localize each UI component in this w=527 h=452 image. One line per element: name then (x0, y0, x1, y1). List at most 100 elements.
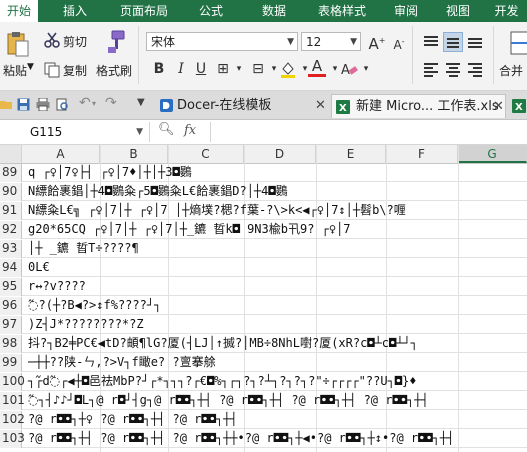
chevron-down-icon[interactable]: ▾ (92, 99, 96, 108)
paste-button[interactable]: 粘贴 (3, 62, 27, 79)
column-header-b[interactable]: B (100, 145, 168, 163)
cell-content[interactable]: │┼ _鑣 晢T÷????¶ (28, 240, 139, 258)
paste-dropdown-icon[interactable]: ▼ (27, 62, 34, 72)
row-header[interactable]: 93 (0, 240, 22, 258)
cell-content[interactable]: N縹餄裹錩│┼4◘鷃粂┌5◘鷃粂L€餄裹錩D?│┼4◘鷃 (28, 183, 288, 201)
column-header-c[interactable]: C (168, 145, 244, 163)
align-middle-icon[interactable] (443, 32, 463, 52)
tab-table-style[interactable]: 表格样式 (302, 0, 382, 22)
cell-content[interactable]: ?@ r◘◘┐┼♀ ?@ r◘◘┐┼┤ ?@ r◘◘┐┼┤ (28, 411, 238, 429)
cell-content[interactable]: N縹粂L€╗ ┌♀│7│┼ ┌♀│7 │┼熵墣?楒?f葉-?\>k<◀┌♀│7↕… (28, 202, 406, 220)
cut-button[interactable]: 剪切 (63, 33, 87, 50)
close-icon[interactable]: ✕ (493, 95, 504, 119)
row-header[interactable]: 97 (0, 316, 22, 334)
name-box[interactable]: G115 ▼ (0, 122, 150, 142)
underline-icon[interactable]: U (192, 60, 210, 78)
cell-content[interactable]: g20*65CQ ┌♀│7│┼ ┌♀│7│┼_鑣 晢k◘ 9N3楡b卂9? ┌♀… (28, 221, 351, 239)
table-row[interactable]: 99 ─┼┼??陕-ㄣ,?>V┐f瞰e? ?亶搴艅 (0, 354, 527, 372)
spreadsheet-grid[interactable]: 89 q ┌♀│7♀├┤ ┌♀│7♦│┼│┼3◘鷃 90 N縹餄裹錩│┼4◘鷃粂… (0, 164, 527, 452)
undo-icon[interactable]: ↶ (79, 95, 91, 111)
column-header-a[interactable]: A (22, 145, 100, 163)
align-bottom-icon[interactable] (465, 32, 485, 52)
align-left-icon[interactable] (421, 60, 441, 80)
table-row[interactable]: 98 抖?┐B2╪PC€◀tD?頔¶lG?厦(┤LJ│↑搣?│MB÷8NhL嚉?… (0, 335, 527, 353)
align-right-icon[interactable] (465, 60, 485, 80)
print-icon[interactable] (36, 98, 50, 111)
bold-icon[interactable]: B (150, 60, 168, 78)
column-header-e[interactable]: E (316, 145, 386, 163)
align-top-icon[interactable] (421, 32, 441, 52)
redo-icon[interactable]: ↷ (105, 95, 117, 111)
clear-format-icon[interactable]: A (340, 60, 358, 78)
close-icon[interactable]: ✕ (315, 94, 326, 118)
cell-content[interactable]: ┐┌߬d߬┌◀┼◘邑祛MbP?┘┌*┐┐┐?┌€◘%┐┌┐?┐?┴┐?┐?┐?"… (28, 373, 416, 391)
excel-file-icon[interactable]: X (512, 99, 526, 113)
cell-content[interactable]: )Z┤J*????????*?Z (28, 316, 144, 334)
chevron-down-icon[interactable]: ▾ (357, 60, 375, 78)
tab-insert[interactable]: 插入 (38, 0, 112, 22)
tab-page-layout[interactable]: 页面布局 (112, 0, 176, 22)
row-header[interactable]: 101 (0, 392, 25, 410)
tab-formulas[interactable]: 公式 (176, 0, 246, 22)
row-header[interactable]: 95 (0, 278, 22, 296)
formula-input[interactable] (210, 122, 527, 142)
tab-developer[interactable]: 开发 (486, 0, 527, 22)
table-row[interactable]: 101 ߬┐┤♪♪┘◘L┐@ r◘┘┤g┐@ r◘◘┐┼┤ ?@ r◘◘┐┼┤ … (0, 392, 527, 410)
print-preview-icon[interactable] (56, 98, 69, 111)
cell-content[interactable]: ─┼┼??陕-ㄣ,?>V┐f瞰e? ?亶搴艅 (28, 354, 216, 372)
tab-data[interactable]: 数据 (246, 0, 302, 22)
folder-icon[interactable] (0, 98, 12, 110)
row-header[interactable]: 96 (0, 297, 22, 315)
italic-icon[interactable]: I (172, 60, 190, 78)
table-row[interactable]: 91 N縹粂L€╗ ┌♀│7│┼ ┌♀│7 │┼熵墣?楒?f葉-?\>k<◀┌♀… (0, 202, 527, 220)
table-row[interactable]: 92 g20*65CQ ┌♀│7│┼ ┌♀│7│┼_鑣 晢k◘ 9N3楡b卂9?… (0, 221, 527, 239)
decrease-font-icon[interactable]: A- (390, 33, 408, 52)
row-header[interactable]: 92 (0, 221, 22, 239)
scissors-icon[interactable] (44, 32, 60, 48)
chevron-down-icon[interactable]: ▼ (136, 122, 143, 142)
cell-content[interactable]: ?@ r◘◘┐┼┤ ?@ r◘◘┐┼┤ ?@ r◘◘┐┼┼•?@ r◘◘┐┼◀•… (28, 430, 454, 448)
chevron-down-icon[interactable]: ▾ (230, 60, 248, 78)
table-row[interactable]: 97 )Z┤J*????????*?Z (0, 316, 527, 334)
search-zoom-icon[interactable]: 🔍︎ (158, 122, 175, 137)
cell-content[interactable]: 抖?┐B2╪PC€◀tD?頔¶lG?厦(┤LJ│↑搣?│MB÷8NhL嚉?厦(x… (28, 335, 418, 353)
cell-content[interactable]: ߬?(┼?B◀?>↕f%????┘┐ (28, 297, 161, 315)
table-row[interactable]: 95 r↔?v???? (0, 278, 527, 296)
row-header[interactable]: 99 (0, 354, 22, 372)
select-all-corner[interactable] (0, 145, 22, 163)
row-header[interactable]: 98 (0, 335, 22, 353)
table-row[interactable]: 93 │┼ _鑣 晢T÷????¶ (0, 240, 527, 258)
align-center-icon[interactable] (443, 60, 463, 80)
tab-docer-templates[interactable]: Docer-在线模板 ✕ (155, 94, 329, 118)
table-row[interactable]: 90 N縹餄裹錩│┼4◘鷃粂┌5◘鷃粂L€餄裹錩D?│┼4◘鷃 (0, 183, 527, 201)
increase-font-icon[interactable]: A+ (368, 32, 386, 53)
column-header-f[interactable]: F (386, 145, 458, 163)
table-row[interactable]: 89 q ┌♀│7♀├┤ ┌♀│7♦│┼│┼3◘鷃 (0, 164, 527, 182)
table-row[interactable]: 94 0L€ (0, 259, 527, 277)
format-painter-icon[interactable] (104, 30, 126, 54)
row-header[interactable]: 89 (0, 164, 22, 182)
font-size-select[interactable]: 12 ▼ (301, 32, 361, 51)
merge-center-button[interactable]: 合并 (499, 62, 523, 79)
row-header[interactable]: 100 (0, 373, 25, 391)
table-row[interactable]: 103 ?@ r◘◘┐┼┤ ?@ r◘◘┐┼┤ ?@ r◘◘┐┼┼•?@ r◘◘… (0, 430, 527, 448)
font-name-select[interactable]: 宋体 ▼ (146, 32, 298, 51)
column-header-d[interactable]: D (244, 145, 316, 163)
tab-view[interactable]: 视图 (430, 0, 486, 22)
paste-icon[interactable] (6, 30, 30, 58)
tab-workbook[interactable]: X 新建 Micro... 工作表.xls ✕ (331, 94, 506, 118)
tab-review[interactable]: 审阅 (382, 0, 430, 22)
tab-home[interactable]: 开始 (0, 0, 38, 22)
font-color-icon[interactable]: A (308, 58, 326, 77)
copy-icon[interactable] (44, 62, 60, 78)
format-painter-button[interactable]: 格式刷 (96, 62, 132, 79)
row-header[interactable]: 94 (0, 259, 22, 277)
function-icon[interactable]: fx (184, 123, 196, 138)
row-header[interactable]: 102 (0, 411, 25, 429)
table-row[interactable]: 96 ߬?(┼?B◀?>↕f%????┘┐ (0, 297, 527, 315)
merge-center-icon[interactable] (510, 30, 527, 56)
copy-button[interactable]: 复制 (63, 62, 87, 79)
fill-color-icon[interactable] (279, 60, 297, 78)
row-header[interactable]: 90 (0, 183, 22, 201)
cell-content[interactable]: r↔?v???? (28, 278, 86, 296)
